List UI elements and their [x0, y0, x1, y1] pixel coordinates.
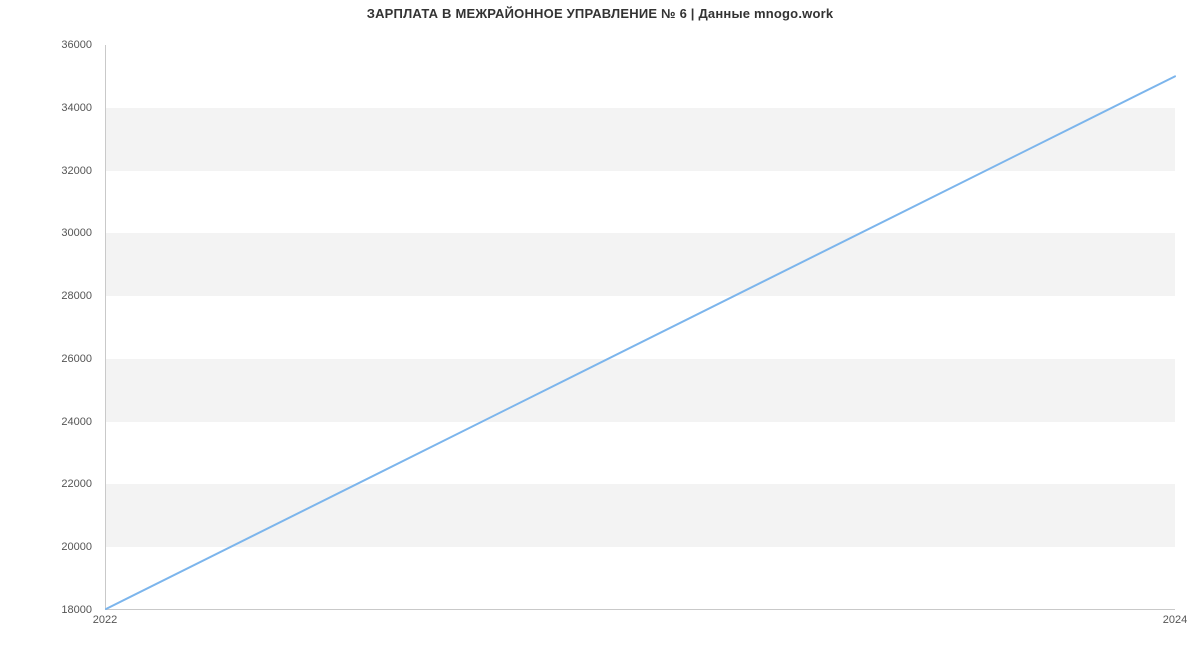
y-axis-labels: 1800020000220002400026000280003000032000…	[0, 45, 100, 610]
chart-title: ЗАРПЛАТА В МЕЖРАЙОННОЕ УПРАВЛЕНИЕ № 6 | …	[0, 6, 1200, 21]
y-tick-label: 36000	[61, 39, 92, 51]
series-line	[106, 76, 1175, 609]
x-axis-labels: 20222024	[105, 610, 1175, 630]
y-tick-label: 28000	[61, 290, 92, 302]
x-tick-label: 2024	[1163, 614, 1187, 626]
y-tick-label: 24000	[61, 416, 92, 428]
y-tick-label: 20000	[61, 541, 92, 553]
chart-container: ЗАРПЛАТА В МЕЖРАЙОННОЕ УПРАВЛЕНИЕ № 6 | …	[0, 0, 1200, 650]
y-tick-label: 30000	[61, 227, 92, 239]
x-tick-label: 2022	[93, 614, 117, 626]
y-tick-label: 34000	[61, 102, 92, 114]
y-tick-label: 26000	[61, 353, 92, 365]
plot-area	[105, 45, 1175, 610]
y-tick-label: 18000	[61, 604, 92, 616]
y-tick-label: 32000	[61, 165, 92, 177]
line-layer	[106, 45, 1175, 609]
y-tick-label: 22000	[61, 478, 92, 490]
